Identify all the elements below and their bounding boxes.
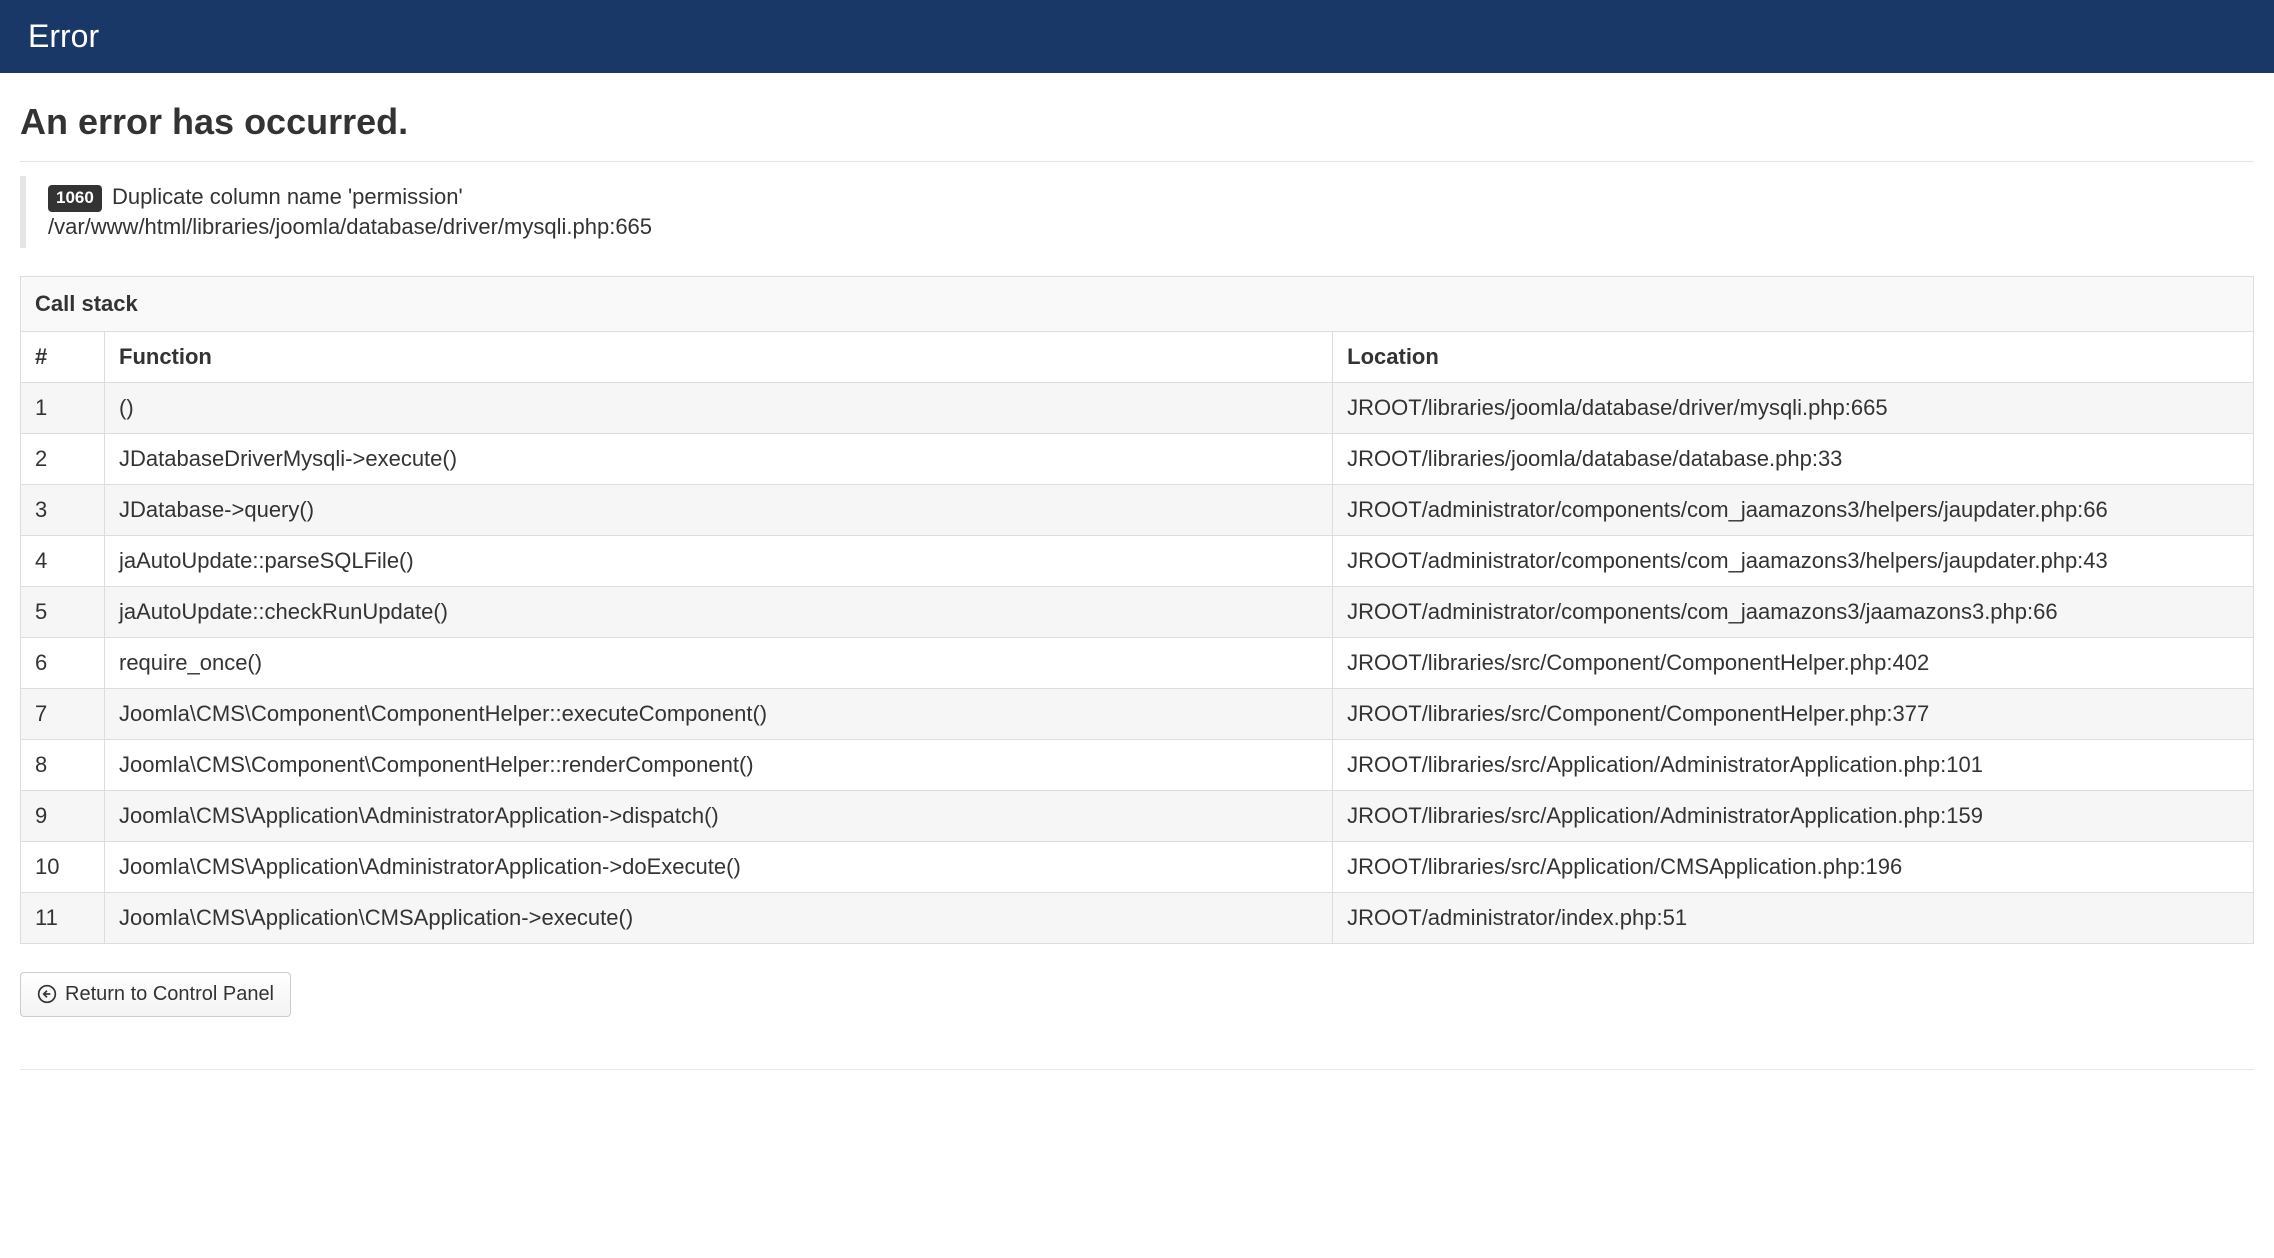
row-num: 10 [21,841,105,892]
table-row: 1()JROOT/libraries/joomla/database/drive… [21,382,2254,433]
col-header-location: Location [1333,331,2254,382]
divider [20,161,2254,162]
main-content: An error has occurred. 1060 Duplicate co… [0,73,2274,1037]
row-location: JROOT/administrator/index.php:51 [1333,892,2254,943]
row-location: JROOT/libraries/joomla/database/driver/m… [1333,382,2254,433]
callstack-caption: Call stack [20,276,2254,331]
table-row: 3JDatabase->query()JROOT/administrator/c… [21,484,2254,535]
table-row: 7Joomla\CMS\Component\ComponentHelper::e… [21,688,2254,739]
row-num: 4 [21,535,105,586]
col-header-function: Function [105,331,1333,382]
row-num: 9 [21,790,105,841]
error-alert: 1060 Duplicate column name 'permission' … [20,176,2254,248]
footer-divider [20,1069,2254,1070]
row-function: Joomla\CMS\Application\AdministratorAppl… [105,841,1333,892]
header-bar: Error [0,0,2274,73]
row-location: JROOT/administrator/components/com_jaama… [1333,586,2254,637]
row-function: Joomla\CMS\Component\ComponentHelper::re… [105,739,1333,790]
row-function: JDatabaseDriverMysqli->execute() [105,433,1333,484]
page-title: Error [28,18,2246,55]
row-location: JROOT/libraries/src/Component/ComponentH… [1333,637,2254,688]
row-location: JROOT/libraries/src/Component/ComponentH… [1333,688,2254,739]
table-row: 11Joomla\CMS\Application\CMSApplication-… [21,892,2254,943]
table-row: 4jaAutoUpdate::parseSQLFile()JROOT/admin… [21,535,2254,586]
row-function: JDatabase->query() [105,484,1333,535]
row-location: JROOT/libraries/src/Application/Administ… [1333,739,2254,790]
table-header-row: # Function Location [21,331,2254,382]
row-num: 7 [21,688,105,739]
table-row: 9Joomla\CMS\Application\AdministratorApp… [21,790,2254,841]
callstack-table: # Function Location 1()JROOT/libraries/j… [20,331,2254,944]
error-message: Duplicate column name 'permission' [112,184,463,209]
return-to-control-panel-button[interactable]: Return to Control Panel [20,972,291,1017]
row-location: JROOT/libraries/src/Application/CMSAppli… [1333,841,2254,892]
row-function: jaAutoUpdate::checkRunUpdate() [105,586,1333,637]
table-row: 6require_once()JROOT/libraries/src/Compo… [21,637,2254,688]
row-num: 11 [21,892,105,943]
row-function: Joomla\CMS\Application\AdministratorAppl… [105,790,1333,841]
error-code-badge: 1060 [48,185,102,212]
row-num: 8 [21,739,105,790]
table-row: 10Joomla\CMS\Application\AdministratorAp… [21,841,2254,892]
row-function: () [105,382,1333,433]
row-function: Joomla\CMS\Component\ComponentHelper::ex… [105,688,1333,739]
row-num: 5 [21,586,105,637]
error-heading: An error has occurred. [20,101,2254,143]
table-row: 5jaAutoUpdate::checkRunUpdate()JROOT/adm… [21,586,2254,637]
row-num: 2 [21,433,105,484]
row-num: 3 [21,484,105,535]
circle-arrow-left-icon [37,984,57,1004]
row-function: require_once() [105,637,1333,688]
row-location: JROOT/libraries/src/Application/Administ… [1333,790,2254,841]
table-row: 8Joomla\CMS\Component\ComponentHelper::r… [21,739,2254,790]
row-num: 6 [21,637,105,688]
row-location: JROOT/libraries/joomla/database/database… [1333,433,2254,484]
row-location: JROOT/administrator/components/com_jaama… [1333,535,2254,586]
error-message-line: 1060 Duplicate column name 'permission' [48,182,2254,212]
row-function: jaAutoUpdate::parseSQLFile() [105,535,1333,586]
row-num: 1 [21,382,105,433]
col-header-num: # [21,331,105,382]
row-function: Joomla\CMS\Application\CMSApplication->e… [105,892,1333,943]
row-location: JROOT/administrator/components/com_jaama… [1333,484,2254,535]
return-button-label: Return to Control Panel [65,983,274,1006]
table-row: 2JDatabaseDriverMysqli->execute()JROOT/l… [21,433,2254,484]
error-path: /var/www/html/libraries/joomla/database/… [48,212,2254,242]
